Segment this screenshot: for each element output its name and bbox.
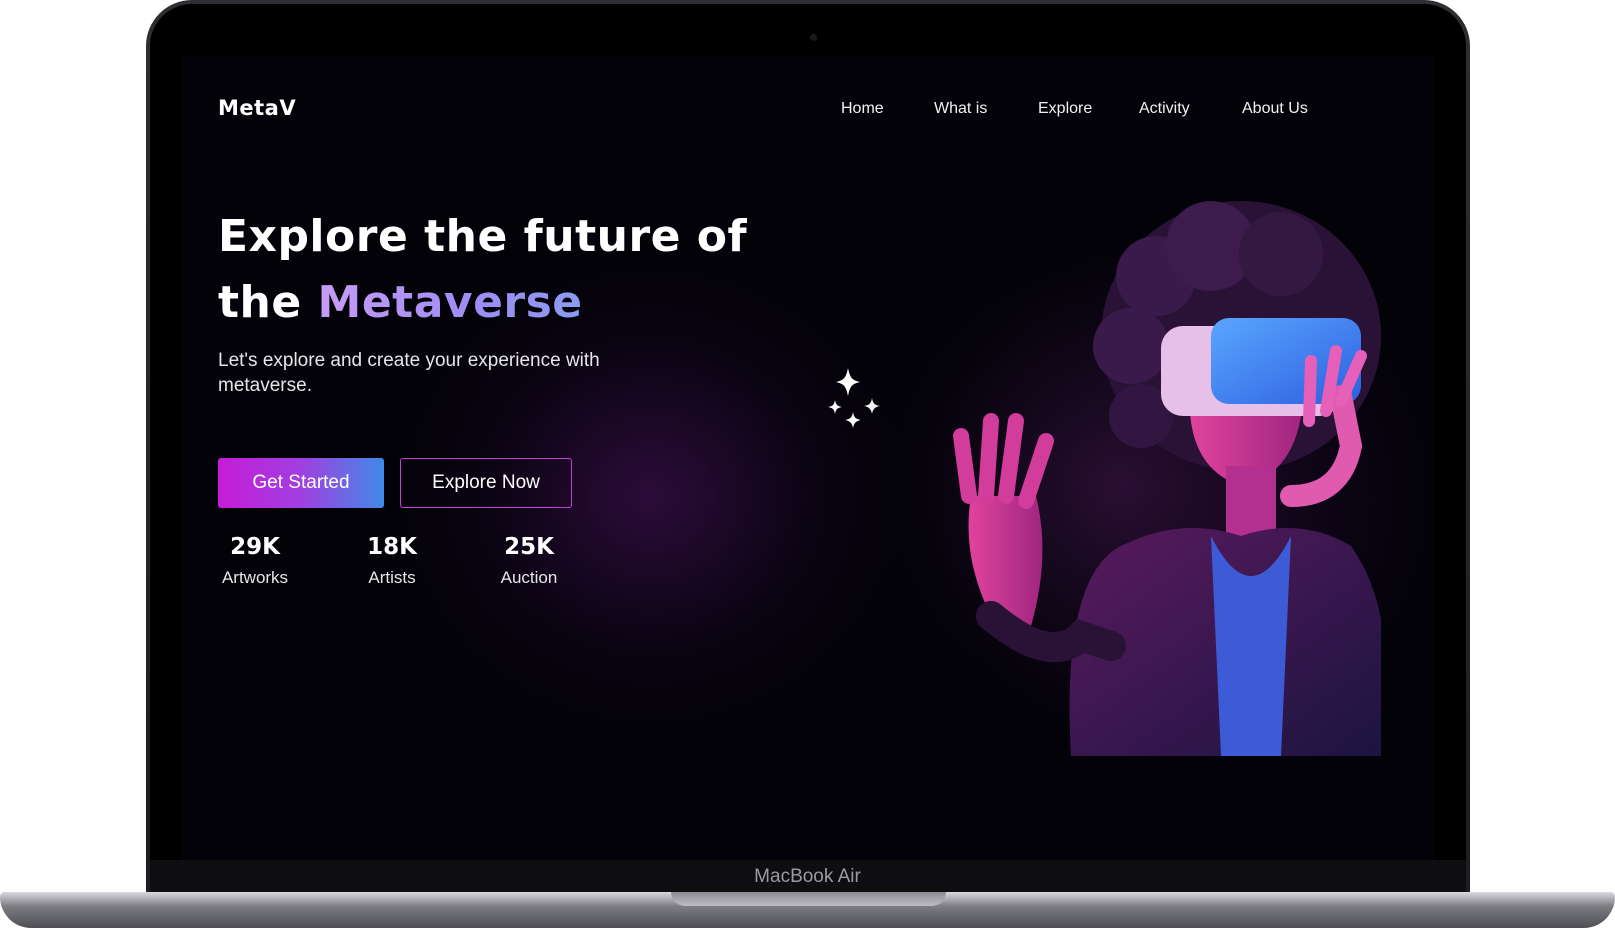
vr-headset-person-image [841,201,1381,756]
stat-artworks: 29K Artworks [218,534,292,588]
laptop-model-label: MacBook Air [754,866,861,887]
stat-value: 29K [230,534,280,560]
headline-accent: Metaverse [317,277,583,328]
laptop-lid: MetaV Home What is Explore Activity Abou… [146,0,1470,896]
stat-auction: 25K Auction [495,534,563,588]
stat-label: Artists [368,568,416,587]
explore-now-button[interactable]: Explore Now [400,458,572,508]
hero-headline: Explore the future of the Metaverse [218,204,747,336]
hero-subtitle: Let's explore and create your experience… [218,350,600,396]
stat-value: 18K [367,534,417,560]
website-screen: MetaV Home What is Explore Activity Abou… [181,56,1435,864]
brand-logo[interactable]: MetaV [218,96,296,120]
stat-label: Artworks [221,568,289,587]
camera-icon [810,34,817,41]
stat-value: 25K [504,534,554,560]
stat-artists: 18K Artists [362,534,422,588]
headline-prefix: the [218,277,318,328]
nav-about-us[interactable]: About Us [1242,100,1308,118]
nav-explore[interactable]: Explore [1038,100,1092,118]
stat-label: Auction [500,568,558,587]
get-started-button[interactable]: Get Started [218,458,384,508]
laptop-bezel: MetaV Home What is Explore Activity Abou… [150,4,1466,896]
laptop-hinge-notch [671,892,946,906]
nav-what-is[interactable]: What is [934,100,987,118]
nav-home[interactable]: Home [841,100,884,118]
nav-activity[interactable]: Activity [1139,100,1190,118]
headline-line-1: Explore the future of [218,211,748,262]
